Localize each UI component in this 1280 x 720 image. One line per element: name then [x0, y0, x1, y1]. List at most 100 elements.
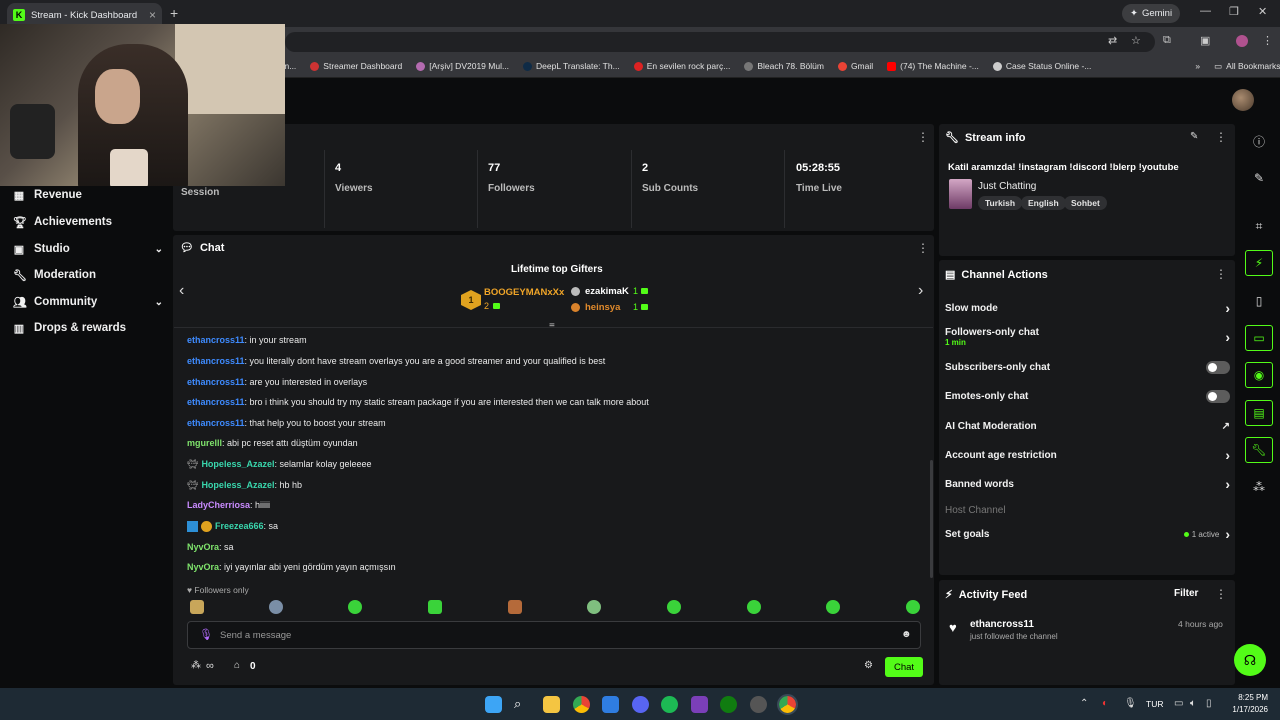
- session-menu-icon[interactable]: ⋮: [917, 130, 929, 144]
- activity-menu-icon[interactable]: ⋮: [1215, 587, 1227, 601]
- bookmark-item[interactable]: DeepL Translate: Th...: [523, 61, 620, 71]
- action-slow-mode[interactable]: Slow mode ›: [945, 300, 1230, 316]
- windows-start-icon[interactable]: [485, 696, 502, 713]
- chat-input-placeholder[interactable]: Send a message: [220, 630, 291, 641]
- network-icon[interactable]: ▭: [1174, 698, 1183, 709]
- chat-username[interactable]: ethancross11: [187, 356, 245, 366]
- send-chat-button[interactable]: Chat: [885, 657, 923, 677]
- microphone-tray-icon[interactable]: 🎙︎: [1124, 698, 1137, 709]
- stream-info-menu-icon[interactable]: ⋮: [1215, 130, 1227, 144]
- points-icon[interactable]: ⁂: [1245, 474, 1273, 500]
- chat-scrollbar[interactable]: [930, 460, 933, 578]
- minimize-icon[interactable]: —: [1200, 5, 1211, 17]
- activity-username[interactable]: ethancross11: [970, 619, 1034, 630]
- obs-icon[interactable]: [750, 696, 767, 713]
- chrome-icon[interactable]: [573, 696, 590, 713]
- emoji-icon[interactable]: ☻: [901, 629, 912, 640]
- broadcast-icon[interactable]: ◉: [1245, 362, 1273, 388]
- bookmark-item[interactable]: Streamer Dashboard: [310, 61, 402, 71]
- sidebar-item-drops[interactable]: ▥ Drops & rewards: [13, 318, 163, 338]
- emote-icon[interactable]: [587, 600, 601, 614]
- extensions-icon[interactable]: ⧉: [1163, 34, 1171, 47]
- action-emotes-only[interactable]: Emotes-only chat: [945, 388, 1230, 404]
- gifters-prev-icon[interactable]: ‹: [179, 282, 184, 300]
- sidebar-item-moderation[interactable]: 🔧︎ Moderation: [13, 265, 163, 285]
- clock-time[interactable]: 8:25 PM: [1228, 693, 1268, 702]
- sidebar-item-studio[interactable]: ▣ Studio ⌄: [13, 239, 163, 259]
- chat-username[interactable]: Freezea666: [215, 521, 264, 531]
- emote-icon[interactable]: [190, 600, 204, 614]
- emote-icon[interactable]: [667, 600, 681, 614]
- chrome-menu-icon[interactable]: ⋮: [1262, 34, 1273, 47]
- edit-icon[interactable]: ✎: [1245, 165, 1273, 191]
- clock-date[interactable]: 1/17/2026: [1228, 705, 1268, 714]
- chat-username[interactable]: NyvOra: [187, 542, 219, 552]
- bookmark-item[interactable]: Case Status Online -...: [992, 61, 1091, 71]
- bookmark-item[interactable]: [Arşiv] DV2019 Mul...: [416, 61, 509, 71]
- all-bookmarks[interactable]: ▭ All Bookmarks: [1214, 61, 1280, 72]
- emote-icon[interactable]: [906, 600, 920, 614]
- chat-username[interactable]: ethancross11: [187, 397, 245, 407]
- action-set-goals[interactable]: Set goals 1 active ›: [945, 526, 1230, 542]
- layers-icon[interactable]: ▤: [1245, 400, 1273, 426]
- category-thumbnail[interactable]: [949, 179, 972, 209]
- search-icon[interactable]: ⌕: [514, 696, 531, 713]
- edit-pencil-icon[interactable]: ✎: [1190, 131, 1198, 142]
- chat-username[interactable]: ethancross11: [187, 418, 245, 428]
- action-subscribers-only[interactable]: Subscribers-only chat: [945, 359, 1230, 375]
- chat-settings-gear-icon[interactable]: ⚙: [864, 660, 873, 671]
- file-explorer-icon[interactable]: [543, 696, 560, 713]
- chat-icon[interactable]: ▭: [1245, 325, 1273, 351]
- tray-chevron-icon[interactable]: ⌃: [1080, 698, 1088, 709]
- emote-icon[interactable]: [348, 600, 362, 614]
- chat-username[interactable]: ethancross11: [187, 377, 245, 387]
- profile-icon[interactable]: [1236, 35, 1248, 47]
- emote-icon[interactable]: [826, 600, 840, 614]
- emote-icon[interactable]: [428, 600, 442, 614]
- emote-icon[interactable]: [747, 600, 761, 614]
- close-tab-icon[interactable]: ×: [149, 8, 156, 22]
- user-avatar[interactable]: [1232, 89, 1254, 111]
- bolt-icon[interactable]: ⚡︎: [1245, 250, 1273, 276]
- bookmark-item[interactable]: Gmail: [837, 61, 873, 71]
- emotes-only-toggle[interactable]: [1206, 389, 1230, 403]
- bookmark-star-icon[interactable]: ☆: [1131, 34, 1141, 47]
- info-icon[interactable]: ⓘ: [1245, 128, 1273, 154]
- action-followers-only[interactable]: Followers-only chat 1 min ›: [945, 326, 1230, 348]
- crop-icon[interactable]: ⌗: [1245, 213, 1273, 239]
- bookmark-item[interactable]: (74) The Machine -...: [887, 61, 979, 71]
- document-icon[interactable]: ▯: [1245, 288, 1273, 314]
- subscribers-only-toggle[interactable]: [1206, 360, 1230, 374]
- tag-chip[interactable]: English: [1021, 196, 1066, 210]
- language-indicator[interactable]: TUR: [1146, 699, 1163, 709]
- app-icon[interactable]: [691, 696, 708, 713]
- sidebar-item-community[interactable]: 👥︎ Community ⌄: [13, 292, 163, 312]
- store-icon[interactable]: [602, 696, 619, 713]
- wrench-icon[interactable]: 🔧︎: [1245, 437, 1273, 463]
- chat-menu-icon[interactable]: ⋮: [917, 241, 929, 255]
- chat-username[interactable]: ethancross11: [187, 335, 245, 345]
- new-tab-icon[interactable]: +: [170, 5, 178, 21]
- gemini-button[interactable]: ✦ Gemini: [1122, 4, 1181, 23]
- microphone-icon[interactable]: 🎙︎: [199, 628, 213, 641]
- chat-username[interactable]: NyvOra: [187, 562, 219, 572]
- action-banned-words[interactable]: Banned words ›: [945, 476, 1230, 492]
- sidebar-item-revenue[interactable]: ▦ Revenue: [13, 185, 163, 205]
- chat-username[interactable]: LadyCherriosa: [187, 500, 250, 510]
- channel-actions-menu-icon[interactable]: ⋮: [1215, 267, 1227, 281]
- battery-icon[interactable]: ▯: [1206, 698, 1212, 709]
- channel-points-icon[interactable]: ⁂: [191, 660, 201, 671]
- discord-icon[interactable]: [632, 696, 649, 713]
- sidepanel-icon[interactable]: ▣: [1200, 34, 1210, 47]
- chat-input-box[interactable]: [187, 621, 921, 649]
- tag-chip[interactable]: Turkish: [978, 196, 1023, 210]
- spotify-icon[interactable]: [661, 696, 678, 713]
- translate-icon[interactable]: ⇄: [1108, 34, 1117, 47]
- action-account-age[interactable]: Account age restriction ›: [945, 447, 1230, 463]
- action-ai-moderation[interactable]: AI Chat Moderation ↗: [945, 418, 1230, 434]
- emote-icon[interactable]: [269, 600, 283, 614]
- bookmark-item[interactable]: Bleach 78. Bölüm: [744, 61, 824, 71]
- shop-icon[interactable]: ⌂: [234, 660, 240, 671]
- maximize-icon[interactable]: ❐: [1229, 5, 1239, 18]
- chat-username[interactable]: Hopeless_Azazel: [201, 480, 274, 490]
